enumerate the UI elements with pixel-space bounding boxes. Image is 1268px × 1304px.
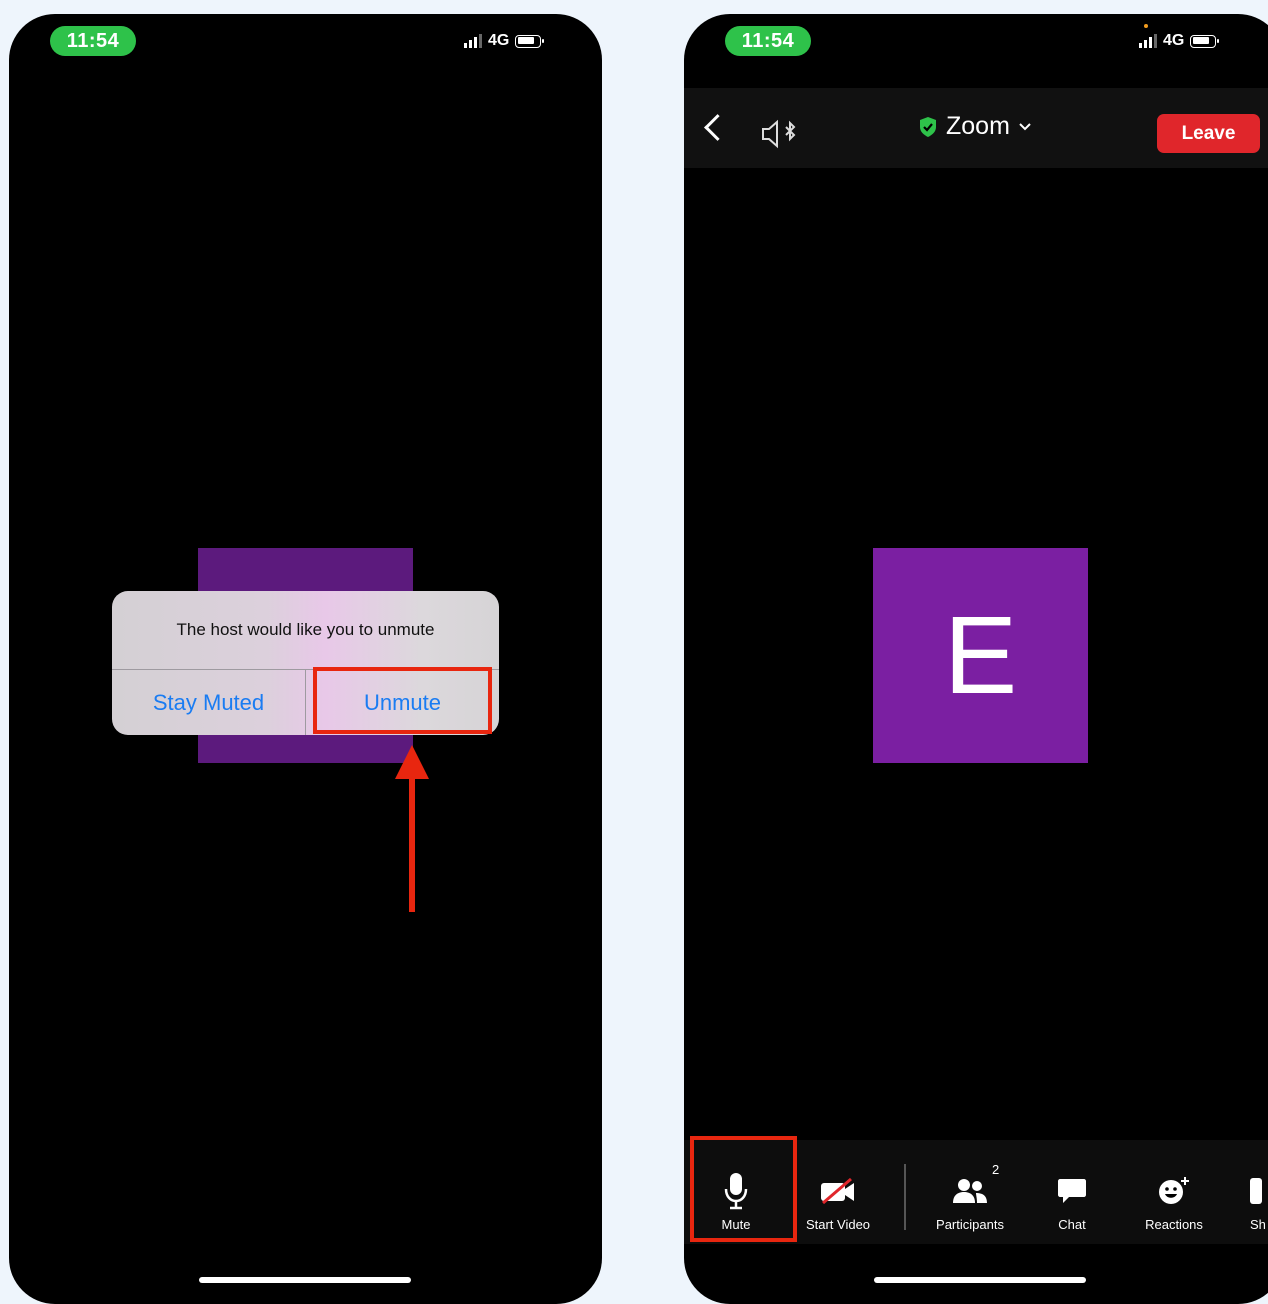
start-video-label: Start Video bbox=[805, 1217, 871, 1232]
unmute-highlight-box bbox=[313, 667, 492, 734]
chat-bubble-icon bbox=[1058, 1179, 1086, 1203]
privacy-indicator-dot bbox=[1144, 24, 1148, 28]
participant-avatar: E bbox=[873, 548, 1088, 763]
leave-button[interactable]: Leave bbox=[1157, 114, 1260, 153]
participants-label: Participants bbox=[936, 1217, 1004, 1232]
network-label: 4G bbox=[1163, 32, 1185, 49]
status-time: 11:54 bbox=[50, 26, 136, 56]
reactions-label: Reactions bbox=[1145, 1217, 1203, 1232]
signal-icon bbox=[1139, 34, 1157, 48]
network-label: 4G bbox=[488, 32, 510, 49]
speaker-bluetooth-icon[interactable] bbox=[760, 118, 802, 150]
home-indicator[interactable] bbox=[874, 1277, 1086, 1283]
chat-button[interactable]: Chat bbox=[1044, 1140, 1100, 1244]
participants-count-badge: 2 bbox=[992, 1162, 1000, 1177]
meeting-title[interactable]: Zoom bbox=[918, 112, 1032, 141]
battery-icon bbox=[1190, 34, 1220, 48]
share-icon bbox=[1250, 1178, 1262, 1204]
share-button[interactable]: Sh bbox=[1250, 1140, 1268, 1244]
mute-highlight-box bbox=[690, 1136, 797, 1242]
signal-icon bbox=[464, 34, 482, 48]
share-label: Sh bbox=[1250, 1217, 1266, 1232]
avatar-letter: E bbox=[943, 593, 1018, 717]
status-icons: 4G bbox=[464, 32, 545, 50]
phone-screen-right: 11:54 4G Zoom Leave E Mute Start Video 2… bbox=[684, 14, 1268, 1304]
battery-icon bbox=[515, 34, 545, 48]
stay-muted-button[interactable]: Stay Muted bbox=[112, 670, 305, 735]
meeting-header: Zoom Leave bbox=[684, 88, 1268, 168]
home-indicator[interactable] bbox=[199, 1277, 411, 1283]
dialog-message: The host would like you to unmute bbox=[176, 619, 435, 639]
meeting-title-label: Zoom bbox=[946, 112, 1010, 140]
shield-check-icon bbox=[920, 116, 936, 137]
participants-icon bbox=[953, 1179, 987, 1203]
arrow-shaft bbox=[409, 770, 415, 912]
video-off-icon bbox=[821, 1177, 854, 1205]
start-video-button[interactable]: Start Video bbox=[796, 1140, 880, 1244]
status-icons: 4G bbox=[1139, 32, 1220, 50]
chevron-down-icon bbox=[1019, 122, 1031, 130]
back-chevron-icon[interactable] bbox=[704, 114, 731, 141]
chat-label: Chat bbox=[1058, 1217, 1086, 1232]
toolbar-divider bbox=[904, 1164, 906, 1230]
reactions-button[interactable]: Reactions bbox=[1136, 1140, 1212, 1244]
reactions-smiley-icon bbox=[1159, 1177, 1189, 1204]
phone-screen-left: 11:54 4G The host would like you to unmu… bbox=[9, 14, 602, 1304]
status-time: 11:54 bbox=[725, 26, 811, 56]
participants-button[interactable]: 2 Participants bbox=[924, 1140, 1016, 1244]
